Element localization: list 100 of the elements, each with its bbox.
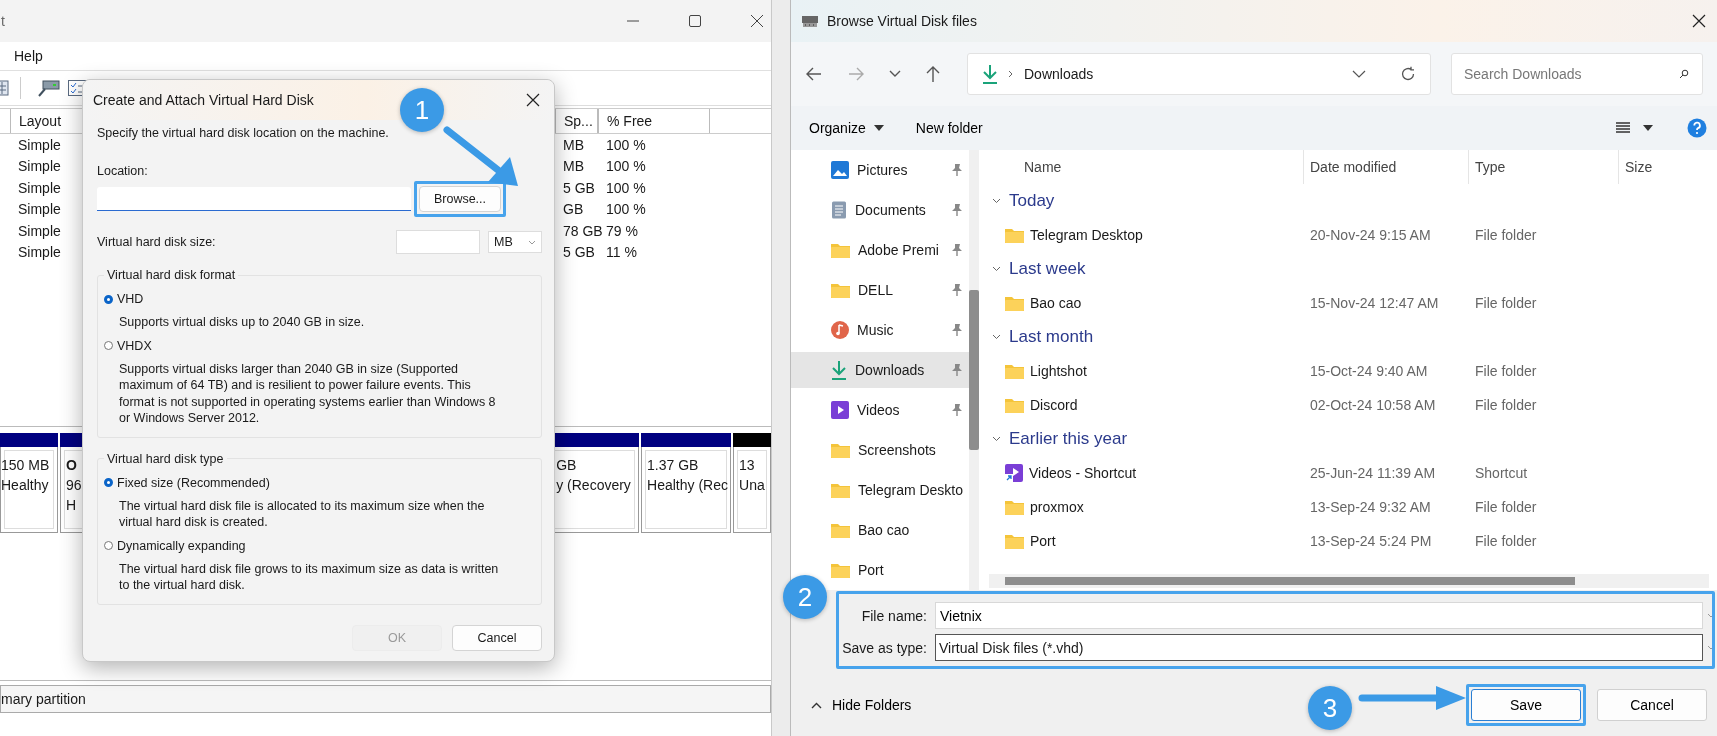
video-icon [831,401,849,419]
chevron-right-icon [1008,70,1014,78]
folder-icon [831,522,850,538]
table-cell-text: 100 % [605,136,646,153]
group-header[interactable]: Last week [989,252,1152,286]
partition-size: 96 [65,476,82,495]
help-icon[interactable] [1687,118,1707,138]
nav-item[interactable]: DELL [791,272,969,308]
close-icon[interactable] [1691,13,1707,29]
toolbar-button[interactable]: New folder [905,116,993,140]
table-cell-text: MB [562,136,584,153]
radio-option[interactable]: VHD [104,292,501,306]
address-bar[interactable]: Downloads [967,53,1431,95]
file-name[interactable]: Discord [1030,397,1078,413]
group-header[interactable]: Earlier this year [989,422,1152,456]
group-header[interactable]: Last month [989,320,1152,354]
view-list-icon[interactable] [1615,121,1631,135]
scrollbar[interactable] [969,150,979,590]
file-name-field[interactable]: Vietnix [935,602,1703,629]
music-icon [831,321,849,339]
chevron-down-icon[interactable] [1352,70,1366,78]
cancel-button[interactable]: Cancel [452,625,542,651]
file-name[interactable]: proxmox [1030,499,1084,515]
file-name[interactable]: Videos - Shortcut [1029,465,1137,481]
dialog-title: Browse Virtual Disk files [827,13,977,29]
save-button[interactable]: Save [1471,689,1581,721]
close-icon[interactable] [749,13,765,29]
radio-option[interactable]: Fixed size (Recommended) [104,475,501,490]
column-header[interactable]: Date modified [1304,150,1469,184]
back-icon[interactable] [805,66,823,82]
folder-icon [1005,295,1024,311]
group-header[interactable]: Today [989,184,1152,218]
file-name[interactable]: Port [1030,533,1056,549]
refresh-icon[interactable] [1400,66,1416,82]
radio-option[interactable]: VHDX [104,338,501,353]
radio-option[interactable]: Dynamically expanding [104,538,501,553]
table-cell-text: Simple [17,244,61,261]
file-date: 02-Oct-24 10:58 AM [1309,397,1437,413]
file-date: 15-Nov-24 12:47 AM [1309,295,1440,311]
chevron-icon[interactable] [992,334,1001,340]
caret-icon [873,125,884,131]
nav-item[interactable]: Adobe Premi [791,232,969,268]
option-description: The virtual hard disk file is allocated to its maximum size when the virtual hard disk is created. [118,497,486,531]
file-type-dropdown[interactable]: Virtual Disk files (*.vhd) [935,634,1703,661]
partition-status: Healthy [1,476,49,495]
hide-folders-button[interactable]: Hide Folders [805,696,918,714]
up-icon[interactable] [925,65,941,83]
close-icon[interactable] [526,93,540,107]
cancel-button[interactable]: Cancel [1597,689,1707,721]
nav-item[interactable]: Videos [791,392,969,428]
file-type: File folder [1474,533,1538,549]
chevron-icon[interactable] [992,266,1001,272]
table-cell-text: 11 % [605,244,637,261]
table-cell-text: 79 % [605,222,638,239]
chevron-icon[interactable] [992,436,1001,442]
drive-icon[interactable] [37,77,61,99]
file-date: 13-Sep-24 9:32 AM [1309,499,1432,515]
partition-status: H [65,496,77,515]
folder-icon [831,562,850,578]
drive-icon [801,13,819,29]
chevron-down-icon[interactable] [889,70,901,78]
file-date: 15-Oct-24 9:40 AM [1309,363,1429,379]
search-field[interactable]: Search Downloads [1451,53,1703,95]
column-header[interactable]: Size [1619,150,1669,184]
nav-item[interactable]: Bao cao [791,512,969,548]
nav-item[interactable]: Screenshots [791,432,969,468]
menu-item[interactable]: Help [14,48,43,64]
nav-item[interactable]: Downloads [791,352,969,388]
location-field[interactable] [97,187,411,211]
size-field[interactable] [396,230,480,254]
column-header[interactable]: Name [989,150,1304,184]
nav-item[interactable]: Documents [791,192,969,228]
file-name[interactable]: Lightshot [1030,363,1087,379]
folder-icon [1005,499,1024,515]
file-date: 20-Nov-24 9:15 AM [1309,227,1432,243]
chevron-icon[interactable] [992,198,1001,204]
nav-item[interactable]: Music [791,312,969,348]
list-view-icon[interactable] [0,78,10,98]
caret-icon[interactable] [1643,125,1653,131]
table-cell-text: Simple [17,158,61,175]
browse-button[interactable]: Browse... [419,186,501,212]
folder-icon [831,282,850,298]
table-cell-text: 78 GB [562,222,603,239]
column-header[interactable]: % Free [598,109,710,133]
file-name[interactable]: Bao cao [1030,295,1082,311]
table-cell-text: Simple [17,201,61,218]
folder-icon [831,242,850,258]
partition-status: Una [739,476,765,495]
unit-dropdown[interactable]: MB [488,231,542,253]
field-label: Save as type: [841,639,927,656]
table-cell-text: Simple [17,179,61,196]
partition-size: 1.37 GB [647,456,699,475]
toolbar-button[interactable]: Organize [799,116,894,140]
nav-item[interactable]: Pictures [791,152,969,188]
column-header[interactable]: Type [1469,150,1619,184]
nav-item[interactable]: Telegram Deskto [791,472,969,508]
maximize-icon[interactable] [687,13,703,29]
folder-icon [1005,227,1024,243]
file-name[interactable]: Telegram Desktop [1030,227,1143,243]
scrollbar[interactable] [989,574,1709,588]
